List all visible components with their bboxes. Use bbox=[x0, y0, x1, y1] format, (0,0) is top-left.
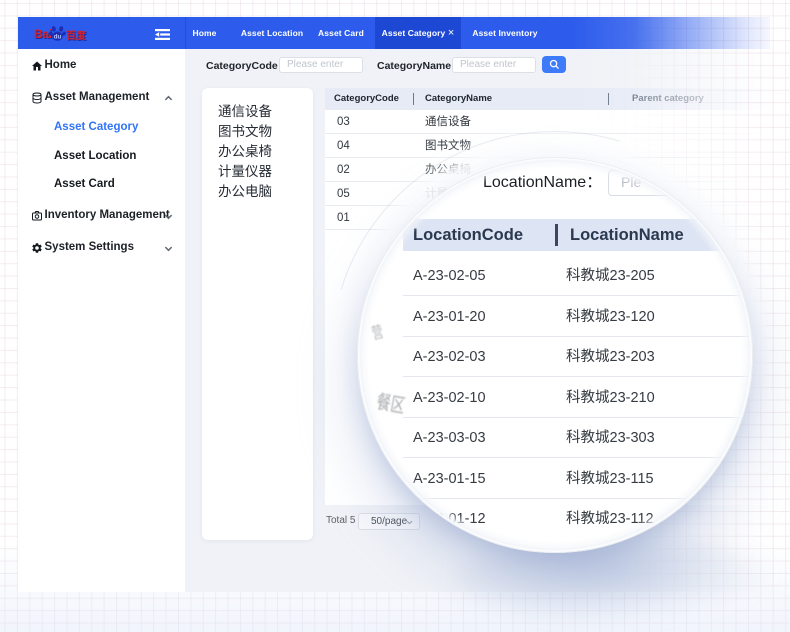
svg-text:du: du bbox=[54, 33, 62, 40]
